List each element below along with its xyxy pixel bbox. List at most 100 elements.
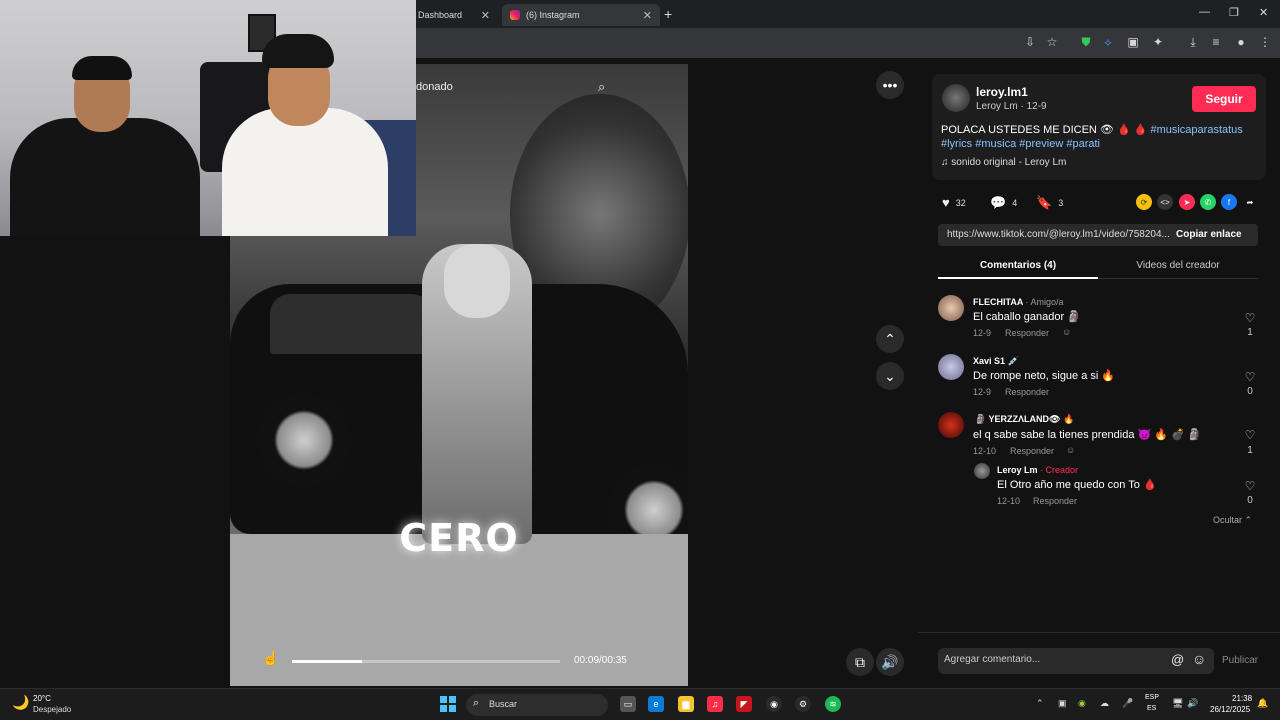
streamer-left-body [10,118,200,236]
minimize-button[interactable]: — [1199,6,1210,18]
chrome-icon[interactable]: ◉ [766,696,782,712]
hashtag[interactable]: #lyrics [941,138,972,150]
windows-start-icon[interactable] [440,696,456,712]
new-tab-button[interactable]: + [664,6,672,22]
comment-like-heart-icon[interactable]: ♡ [1243,311,1257,325]
notification-icon[interactable]: 🔔 [1257,698,1268,709]
send-icon[interactable]: ➤ [1179,194,1195,210]
cloud-icon[interactable]: ☁ [1100,698,1109,709]
tab-creator-videos[interactable]: Videos del creador [1098,260,1258,271]
reaction-icon[interactable]: ☺ [1066,445,1075,455]
close-window-button[interactable]: ✕ [1259,6,1268,19]
pip-button[interactable]: ⧉ [846,648,874,676]
tab-comments[interactable]: Comentarios (4) [938,260,1098,271]
like-button[interactable]: ♥ 32 [942,195,966,210]
repost-icon[interactable]: ⟳ [1136,194,1152,210]
close-icon[interactable]: ✕ [643,9,652,22]
avatar[interactable] [938,354,964,380]
file-explorer-icon[interactable]: ▆ [678,696,694,712]
post-link[interactable]: https://www.tiktok.com/@leroy.lm1/video/… [947,229,1171,240]
reply-button[interactable]: Responder [1005,328,1049,338]
follow-button[interactable]: Seguir [1192,86,1256,112]
hashtag[interactable]: #parati [1066,138,1100,150]
network-icon[interactable]: 🖥 [1172,698,1183,709]
avatar[interactable] [942,84,970,112]
whatsapp-icon[interactable]: ✆ [1200,194,1216,210]
comment-author[interactable]: 🗿 YERZZΛLAND👁 🔥 [975,414,1074,425]
tab-instagram[interactable]: (6) Instagram ✕ [502,4,660,26]
reaction-icon[interactable]: ☺ [1062,327,1071,337]
extension-icon[interactable]: ▣ [1125,34,1141,50]
share-arrow-icon[interactable]: ➦ [1242,194,1258,210]
tab-dashboard[interactable]: Dashboard ✕ [410,4,498,26]
menu-icon[interactable]: ⋮ [1257,34,1273,50]
download-icon[interactable]: ⤓ [1185,34,1201,50]
hashtag[interactable]: #musicaparastatus [1150,124,1242,136]
hashtag[interactable]: #preview [1019,138,1063,150]
music-app-icon[interactable]: ♫ [707,696,723,712]
reply-button[interactable]: Responder [1010,446,1054,456]
search-input[interactable]: donado [416,74,526,100]
post-username[interactable]: leroy.lm1 [976,85,1028,99]
sound-link[interactable]: ♫ sonido original - Leroy Lm [941,157,1066,168]
close-icon[interactable]: ✕ [481,9,490,22]
comment-like-heart-icon[interactable]: ♡ [1243,370,1257,384]
avatar[interactable] [938,412,964,438]
bookmark-icon: 🔖 [1036,195,1053,210]
chevron-up-icon[interactable]: ⌃ [1036,698,1044,709]
hashtag[interactable]: #musica [975,138,1016,150]
app-icon[interactable]: ⚙ [795,696,811,712]
bookmark-star-icon[interactable]: ☆ [1044,34,1060,50]
avatar[interactable] [974,463,990,479]
mention-icon[interactable]: @ [1171,652,1184,667]
comment-date: 12-9 [973,328,992,338]
comment-button[interactable]: 💬 4 [990,195,1017,211]
search-icon[interactable]: ⌕ [598,79,605,95]
profile-avatar[interactable]: ● [1233,34,1249,50]
shield-extension-icon[interactable]: ⛊ [1078,34,1094,50]
facebook-icon[interactable]: f [1221,194,1237,210]
publish-button[interactable]: Publicar [1222,655,1258,666]
emoji-icon[interactable]: ☺ [1192,651,1206,667]
embed-icon[interactable]: <> [1157,194,1173,210]
maximize-button[interactable]: ❐ [1229,6,1239,19]
moon-icon[interactable]: 🌙 [12,694,29,711]
tab-label: (6) Instagram [526,10,580,20]
weather-description: Despejado [33,705,72,714]
comment-like-count: 0 [1247,495,1253,506]
puzzle-icon[interactable]: ✦ [1150,34,1166,50]
media-icon[interactable]: ≡ [1208,34,1224,50]
tray-app-icon[interactable]: ◉ [1078,698,1086,709]
microphone-icon[interactable]: 🎤 [1122,698,1133,709]
comment-author[interactable]: Leroy Lm · Creador [997,465,1078,475]
task-view-icon[interactable]: ▭ [620,696,636,712]
tray-app-icon[interactable]: ▣ [1058,698,1067,709]
install-app-icon[interactable]: ⇩ [1022,34,1038,50]
speaker-icon[interactable]: 🔊 [1187,698,1198,709]
more-options-button[interactable]: ••• [876,71,904,99]
amd-icon[interactable]: ◤ [736,696,752,712]
clock-time[interactable]: 21:38 [1232,694,1252,703]
save-button[interactable]: 🔖 3 [1036,195,1063,211]
translate-extension-icon[interactable]: ⟡ [1100,34,1116,50]
clock-date[interactable]: 26/12/2025 [1210,705,1250,714]
hide-replies-button[interactable]: Ocultar ⌃ [1213,515,1252,526]
previous-video-button[interactable]: ⌃ [876,325,904,353]
comment-author[interactable]: FLECHITAA · Amigo/a [973,297,1064,307]
webcam-overlay [0,0,416,236]
copy-link-button[interactable]: Copiar enlace [1176,229,1242,240]
spotify-icon[interactable]: ≋ [825,696,841,712]
avatar[interactable] [938,295,964,321]
comment-author[interactable]: Xavi S1 💉 [973,356,1019,367]
taskbar-search-input[interactable] [466,694,608,716]
edge-icon[interactable]: e [648,696,664,712]
comment-like-heart-icon[interactable]: ♡ [1243,479,1257,493]
reply-button[interactable]: Responder [1033,496,1077,506]
volume-button[interactable]: 🔊 [876,648,904,676]
next-video-button[interactable]: ⌄ [876,362,904,390]
comment-like-count: 1 [1247,445,1253,456]
like-count: 32 [955,197,966,208]
reply-button[interactable]: Responder [1005,387,1049,397]
comment-like-heart-icon[interactable]: ♡ [1243,428,1257,442]
language-indicator[interactable]: ESP [1145,694,1159,701]
